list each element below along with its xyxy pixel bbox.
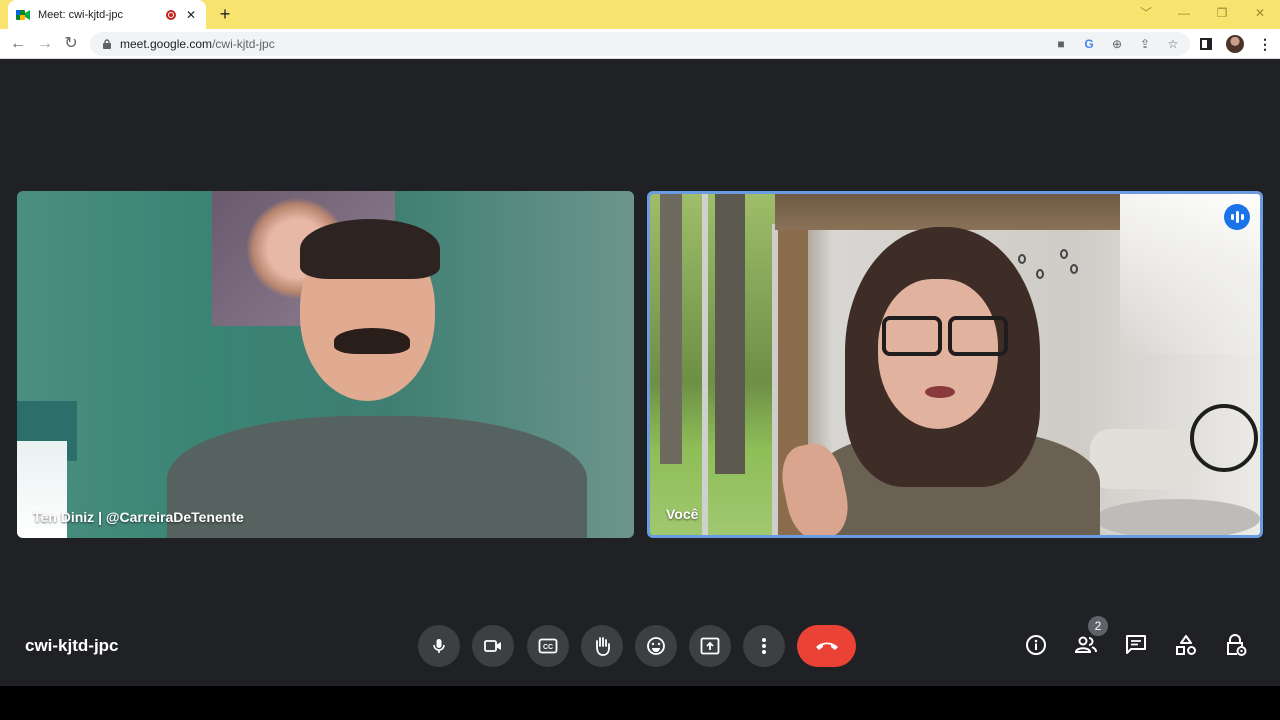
tab-close-icon[interactable]: ✕: [184, 8, 198, 22]
microphone-icon: [433, 639, 445, 653]
microphone-button[interactable]: [418, 625, 460, 667]
captions-button[interactable]: CC: [527, 625, 569, 667]
present-screen-icon: [700, 637, 720, 655]
activities-button[interactable]: [1169, 628, 1203, 662]
meet-favicon-icon: [16, 9, 30, 21]
svg-text:CC: CC: [543, 644, 553, 651]
tree-trunk: [715, 194, 745, 474]
chat-button[interactable]: [1119, 628, 1153, 662]
lock-icon: [103, 39, 111, 49]
minimize-button[interactable]: —: [1166, 0, 1202, 29]
self-name: Você: [666, 506, 699, 522]
close-window-button[interactable]: ✕: [1242, 0, 1278, 29]
participant-name: Ten Diniz | @CarreiraDeTenente: [33, 509, 244, 525]
pendant-bulb: [1018, 254, 1026, 264]
new-tab-button[interactable]: +: [214, 3, 236, 25]
window-frame: [702, 194, 708, 535]
tab-search-icon[interactable]: ﹀: [1128, 0, 1164, 29]
meeting-code: cwi-kjtd-jpc: [25, 636, 119, 655]
pendant-bulb: [1036, 269, 1044, 279]
browser-toolbar: ← → ↻ meet.google.com/cwi-kjtd-jpc ■ G ⊕…: [0, 29, 1280, 59]
host-lock-icon: [1227, 634, 1247, 656]
share-icon[interactable]: ⇪: [1138, 37, 1152, 51]
bottom-letterbox: [0, 686, 1280, 720]
present-button[interactable]: [689, 625, 731, 667]
tab-title: Meet: cwi-kjtd-jpc: [38, 8, 123, 21]
raise-hand-icon: [596, 637, 610, 656]
tab-bar: Meet: cwi-kjtd-jpc ✕ + ﹀ — ❐ ✕: [0, 0, 1280, 29]
zoom-icon[interactable]: ⊕: [1110, 37, 1124, 51]
camera-icon: [484, 640, 501, 652]
profile-avatar[interactable]: [1226, 35, 1244, 53]
pendant-bulb: [1060, 249, 1068, 259]
address-bar[interactable]: meet.google.com/cwi-kjtd-jpc: [90, 32, 1190, 56]
browser-tab[interactable]: Meet: cwi-kjtd-jpc ✕: [8, 0, 206, 29]
reload-icon[interactable]: ↻: [60, 33, 82, 55]
browser-menu-icon[interactable]: ⋮: [1258, 36, 1272, 53]
participant-tile[interactable]: Ten Diniz | @CarreiraDeTenente: [17, 191, 634, 538]
maximize-button[interactable]: ❐: [1204, 0, 1240, 29]
info-icon: [1026, 635, 1046, 655]
more-vertical-icon: [762, 638, 766, 654]
participants-count-badge: 2: [1088, 616, 1108, 636]
self-mouth: [925, 386, 955, 398]
captions-icon: CC: [538, 638, 558, 654]
meet-stage: Ten Diniz | @CarreiraDeTenente Você cwi-…: [0, 59, 1280, 686]
leave-call-button[interactable]: [797, 625, 856, 667]
host-controls-button[interactable]: [1219, 628, 1253, 662]
emoji-icon: [647, 637, 665, 655]
background-rug: [1095, 499, 1260, 535]
pendant-bulb: [1070, 264, 1078, 274]
self-glasses: [882, 316, 1008, 356]
forward-icon[interactable]: →: [34, 33, 56, 55]
back-icon[interactable]: ←: [7, 33, 29, 55]
url-host: meet.google.com: [120, 37, 213, 51]
activities-shapes-icon: [1176, 635, 1196, 655]
background-chair: [1090, 429, 1200, 489]
side-panel-icon[interactable]: [1200, 38, 1212, 50]
hang-up-icon: [815, 642, 838, 650]
participant-mustache: [334, 328, 410, 354]
url-path: /cwi-kjtd-jpc: [212, 37, 275, 51]
participant-hair: [300, 219, 440, 279]
emoji-button[interactable]: [635, 625, 677, 667]
tree-trunk: [660, 194, 682, 464]
self-view-tile[interactable]: Você: [647, 191, 1263, 538]
ceiling-beam: [775, 194, 1120, 230]
meeting-details-button[interactable]: [1019, 628, 1053, 662]
background-wheel: [1190, 404, 1258, 472]
speaking-indicator-icon: [1224, 204, 1250, 230]
raise-hand-button[interactable]: [581, 625, 623, 667]
camera-permission-icon[interactable]: ■: [1054, 37, 1068, 51]
recording-indicator-icon: [166, 9, 176, 20]
more-options-button[interactable]: [743, 625, 785, 667]
google-icon[interactable]: G: [1082, 37, 1096, 51]
people-icon: [1074, 636, 1097, 653]
bookmark-star-icon[interactable]: ☆: [1166, 37, 1180, 51]
camera-button[interactable]: [472, 625, 514, 667]
chat-icon: [1126, 635, 1146, 654]
